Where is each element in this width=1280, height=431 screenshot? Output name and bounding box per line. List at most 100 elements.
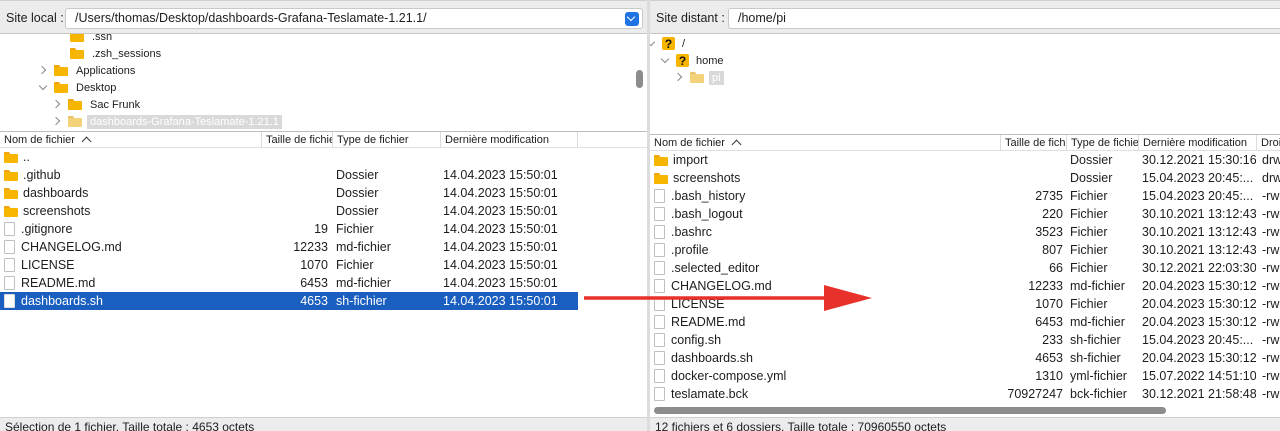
local-tree-scrollbar[interactable] bbox=[636, 70, 643, 88]
local-path-dropdown-icon[interactable] bbox=[625, 12, 639, 26]
local-col-modified[interactable]: Dernière modification bbox=[441, 132, 578, 148]
file-row[interactable]: teslamate.bck 70927247 bck-fichier 30.12.20… bbox=[650, 385, 1280, 403]
file-icon bbox=[4, 276, 15, 290]
file-name: .github bbox=[23, 168, 61, 182]
file-row[interactable]: .bash_history 2735 Fichier 15.04.2023 20:45… bbox=[650, 187, 1280, 205]
file-row[interactable]: LICENSE 1070 Fichier 14.04.2023 15:50:01 bbox=[0, 256, 647, 274]
file-icon bbox=[4, 222, 15, 236]
file-row[interactable]: config.sh 233 sh-fichier 15.04.2023 20:45:.… bbox=[650, 331, 1280, 349]
file-type-cell: sh-fichier bbox=[1070, 333, 1121, 347]
file-type-cell: Dossier bbox=[1070, 153, 1113, 167]
file-row[interactable]: LICENSE 1070 Fichier 20.04.2023 15:30:12 -rw… bbox=[650, 295, 1280, 313]
file-type-cell: Fichier bbox=[1070, 225, 1108, 239]
remote-horizontal-scrollbar[interactable] bbox=[654, 407, 1166, 414]
tree-item[interactable]: Applications bbox=[38, 62, 138, 79]
local-col-type[interactable]: Type de fichier bbox=[333, 132, 441, 148]
file-type-cell: Dossier bbox=[1070, 171, 1113, 185]
file-modified-cell: 20.04.2023 15:30:12 bbox=[1142, 297, 1256, 311]
file-row[interactable]: .github Dossier 14.04.2023 15:50:01 bbox=[0, 166, 647, 184]
file-name-cell: .bash_logout bbox=[654, 205, 999, 223]
chevron-down-icon[interactable] bbox=[660, 52, 672, 69]
file-name: screenshots bbox=[23, 204, 91, 218]
file-size-cell bbox=[262, 148, 328, 166]
file-row[interactable]: CHANGELOG.md 12233 md-fichier 20.04.2023 15… bbox=[650, 277, 1280, 295]
file-modified-cell: 20.04.2023 15:30:12 bbox=[1142, 279, 1256, 293]
tree-item[interactable]: ? / bbox=[650, 35, 688, 52]
remote-col-modified[interactable]: Dernière modification bbox=[1139, 135, 1257, 151]
tree-item[interactable]: Desktop bbox=[38, 79, 119, 96]
file-size-cell: 807 bbox=[1042, 243, 1063, 257]
remote-col-type[interactable]: Type de fichier bbox=[1067, 135, 1139, 151]
remote-path-input[interactable]: /home/pi bbox=[728, 8, 1280, 29]
file-name: dashboards.sh bbox=[21, 294, 104, 308]
tree-item[interactable]: Sac Frunk bbox=[52, 96, 143, 113]
file-modified-cell: 30.10.2021 13:12:43 bbox=[1142, 207, 1256, 221]
tree-item[interactable]: ? home bbox=[660, 52, 727, 69]
remote-directory-tree: ? /? home pi bbox=[650, 34, 1280, 133]
local-col-name[interactable]: Nom de fichier bbox=[0, 132, 262, 148]
file-icon bbox=[654, 189, 665, 203]
file-row[interactable]: docker-compose.yml 1310 yml-fichier 15.07.2… bbox=[650, 367, 1280, 385]
chevron-right-icon[interactable] bbox=[674, 69, 686, 86]
file-name: LICENSE bbox=[671, 297, 725, 311]
file-name-cell: .github bbox=[4, 166, 260, 184]
file-modified-cell: 15.04.2023 20:45:... bbox=[1142, 333, 1254, 347]
folder-icon bbox=[4, 205, 18, 217]
tree-item-label: Desktop bbox=[76, 81, 117, 94]
chevron-down-icon[interactable] bbox=[38, 79, 50, 96]
remote-col-size[interactable]: Taille de fichier bbox=[1001, 135, 1067, 151]
file-modified-cell: 30.12.2021 22:03:30 bbox=[1142, 261, 1256, 275]
tree-item-label: pi bbox=[709, 70, 724, 85]
local-col-size[interactable]: Taille de fichier bbox=[262, 132, 333, 148]
file-row[interactable]: .bash_logout 220 Fichier 30.10.2021 13:12:4… bbox=[650, 205, 1280, 223]
file-modified-cell: 14.04.2023 15:50:01 bbox=[443, 294, 558, 308]
tree-item[interactable]: .zsh_sessions bbox=[54, 45, 164, 62]
file-type-cell: md-fichier bbox=[336, 276, 391, 290]
file-row[interactable]: import Dossier 30.12.2021 15:30:16 drwx bbox=[650, 151, 1280, 169]
file-row[interactable]: .gitignore 19 Fichier 14.04.2023 15:50:01 bbox=[0, 220, 647, 238]
file-row[interactable]: .. bbox=[0, 148, 647, 166]
file-size-cell: 6453 bbox=[300, 276, 328, 290]
file-modified-cell: 14.04.2023 15:50:01 bbox=[443, 240, 558, 254]
file-rights-cell: -rw- bbox=[1262, 387, 1280, 401]
file-row[interactable]: .profile 807 Fichier 30.10.2021 13:12:43 -rw… bbox=[650, 241, 1280, 259]
remote-col-rights[interactable]: Droits bbox=[1257, 135, 1280, 151]
local-path-text: /Users/thomas/Desktop/dashboards-Grafana… bbox=[75, 11, 427, 25]
file-row[interactable]: dashboards.sh 4653 sh-fichier 20.04.2023 15… bbox=[650, 349, 1280, 367]
file-modified-cell: 20.04.2023 15:30:12 bbox=[1142, 351, 1256, 365]
file-row[interactable]: README.md 6453 md-fichier 20.04.2023 15:30:… bbox=[650, 313, 1280, 331]
folder-icon bbox=[654, 172, 668, 184]
file-row[interactable]: dashboards Dossier 14.04.2023 15:50:01 bbox=[0, 184, 647, 202]
file-icon bbox=[654, 243, 665, 257]
file-modified-cell: 14.04.2023 15:50:01 bbox=[443, 258, 558, 272]
file-row[interactable]: README.md 6453 md-fichier 14.04.2023 15:50:… bbox=[0, 274, 647, 292]
remote-col-name[interactable]: Nom de fichier bbox=[650, 135, 1001, 151]
chevron-right-icon[interactable] bbox=[52, 113, 64, 130]
file-name: .bash_logout bbox=[671, 207, 743, 221]
tree-item[interactable]: pi bbox=[674, 69, 724, 86]
folder-icon bbox=[70, 34, 84, 42]
file-name-cell: CHANGELOG.md bbox=[654, 277, 999, 295]
chevron-right-icon[interactable] bbox=[38, 62, 50, 79]
file-modified-cell: 15.07.2022 14:51:10 bbox=[1142, 369, 1256, 383]
file-row[interactable]: dashboards.sh 4653 sh-fichier 14.04.2023 15… bbox=[0, 292, 578, 310]
file-type-cell: Fichier bbox=[336, 258, 374, 272]
file-name-cell: .bash_history bbox=[654, 187, 999, 205]
tree-item-label: Applications bbox=[76, 64, 136, 77]
file-size-cell bbox=[1001, 151, 1063, 169]
file-row[interactable]: CHANGELOG.md 12233 md-fichier 14.04.2023 15… bbox=[0, 238, 647, 256]
tree-item[interactable]: dashboards-Grafana-Teslamate-1.21.1 bbox=[52, 113, 282, 130]
chevron-right-icon[interactable] bbox=[52, 96, 64, 113]
local-path-input[interactable]: /Users/thomas/Desktop/dashboards-Grafana… bbox=[65, 8, 643, 29]
file-size-cell: 4653 bbox=[1035, 351, 1063, 365]
file-row[interactable]: screenshots Dossier 15.04.2023 20:45:... dr… bbox=[650, 169, 1280, 187]
file-rights-cell: -rw- bbox=[1262, 225, 1280, 239]
file-row[interactable]: .selected_editor 66 Fichier 30.12.2021 22:0… bbox=[650, 259, 1280, 277]
file-icon bbox=[654, 351, 665, 365]
file-size-cell: 4653 bbox=[300, 294, 328, 308]
file-row[interactable]: screenshots Dossier 14.04.2023 15:50:01 bbox=[0, 202, 647, 220]
chevron-down-icon[interactable] bbox=[650, 35, 658, 52]
file-row[interactable]: .bashrc 3523 Fichier 30.10.2021 13:12:43 -rw… bbox=[650, 223, 1280, 241]
tree-item[interactable]: .ssh bbox=[54, 34, 115, 45]
